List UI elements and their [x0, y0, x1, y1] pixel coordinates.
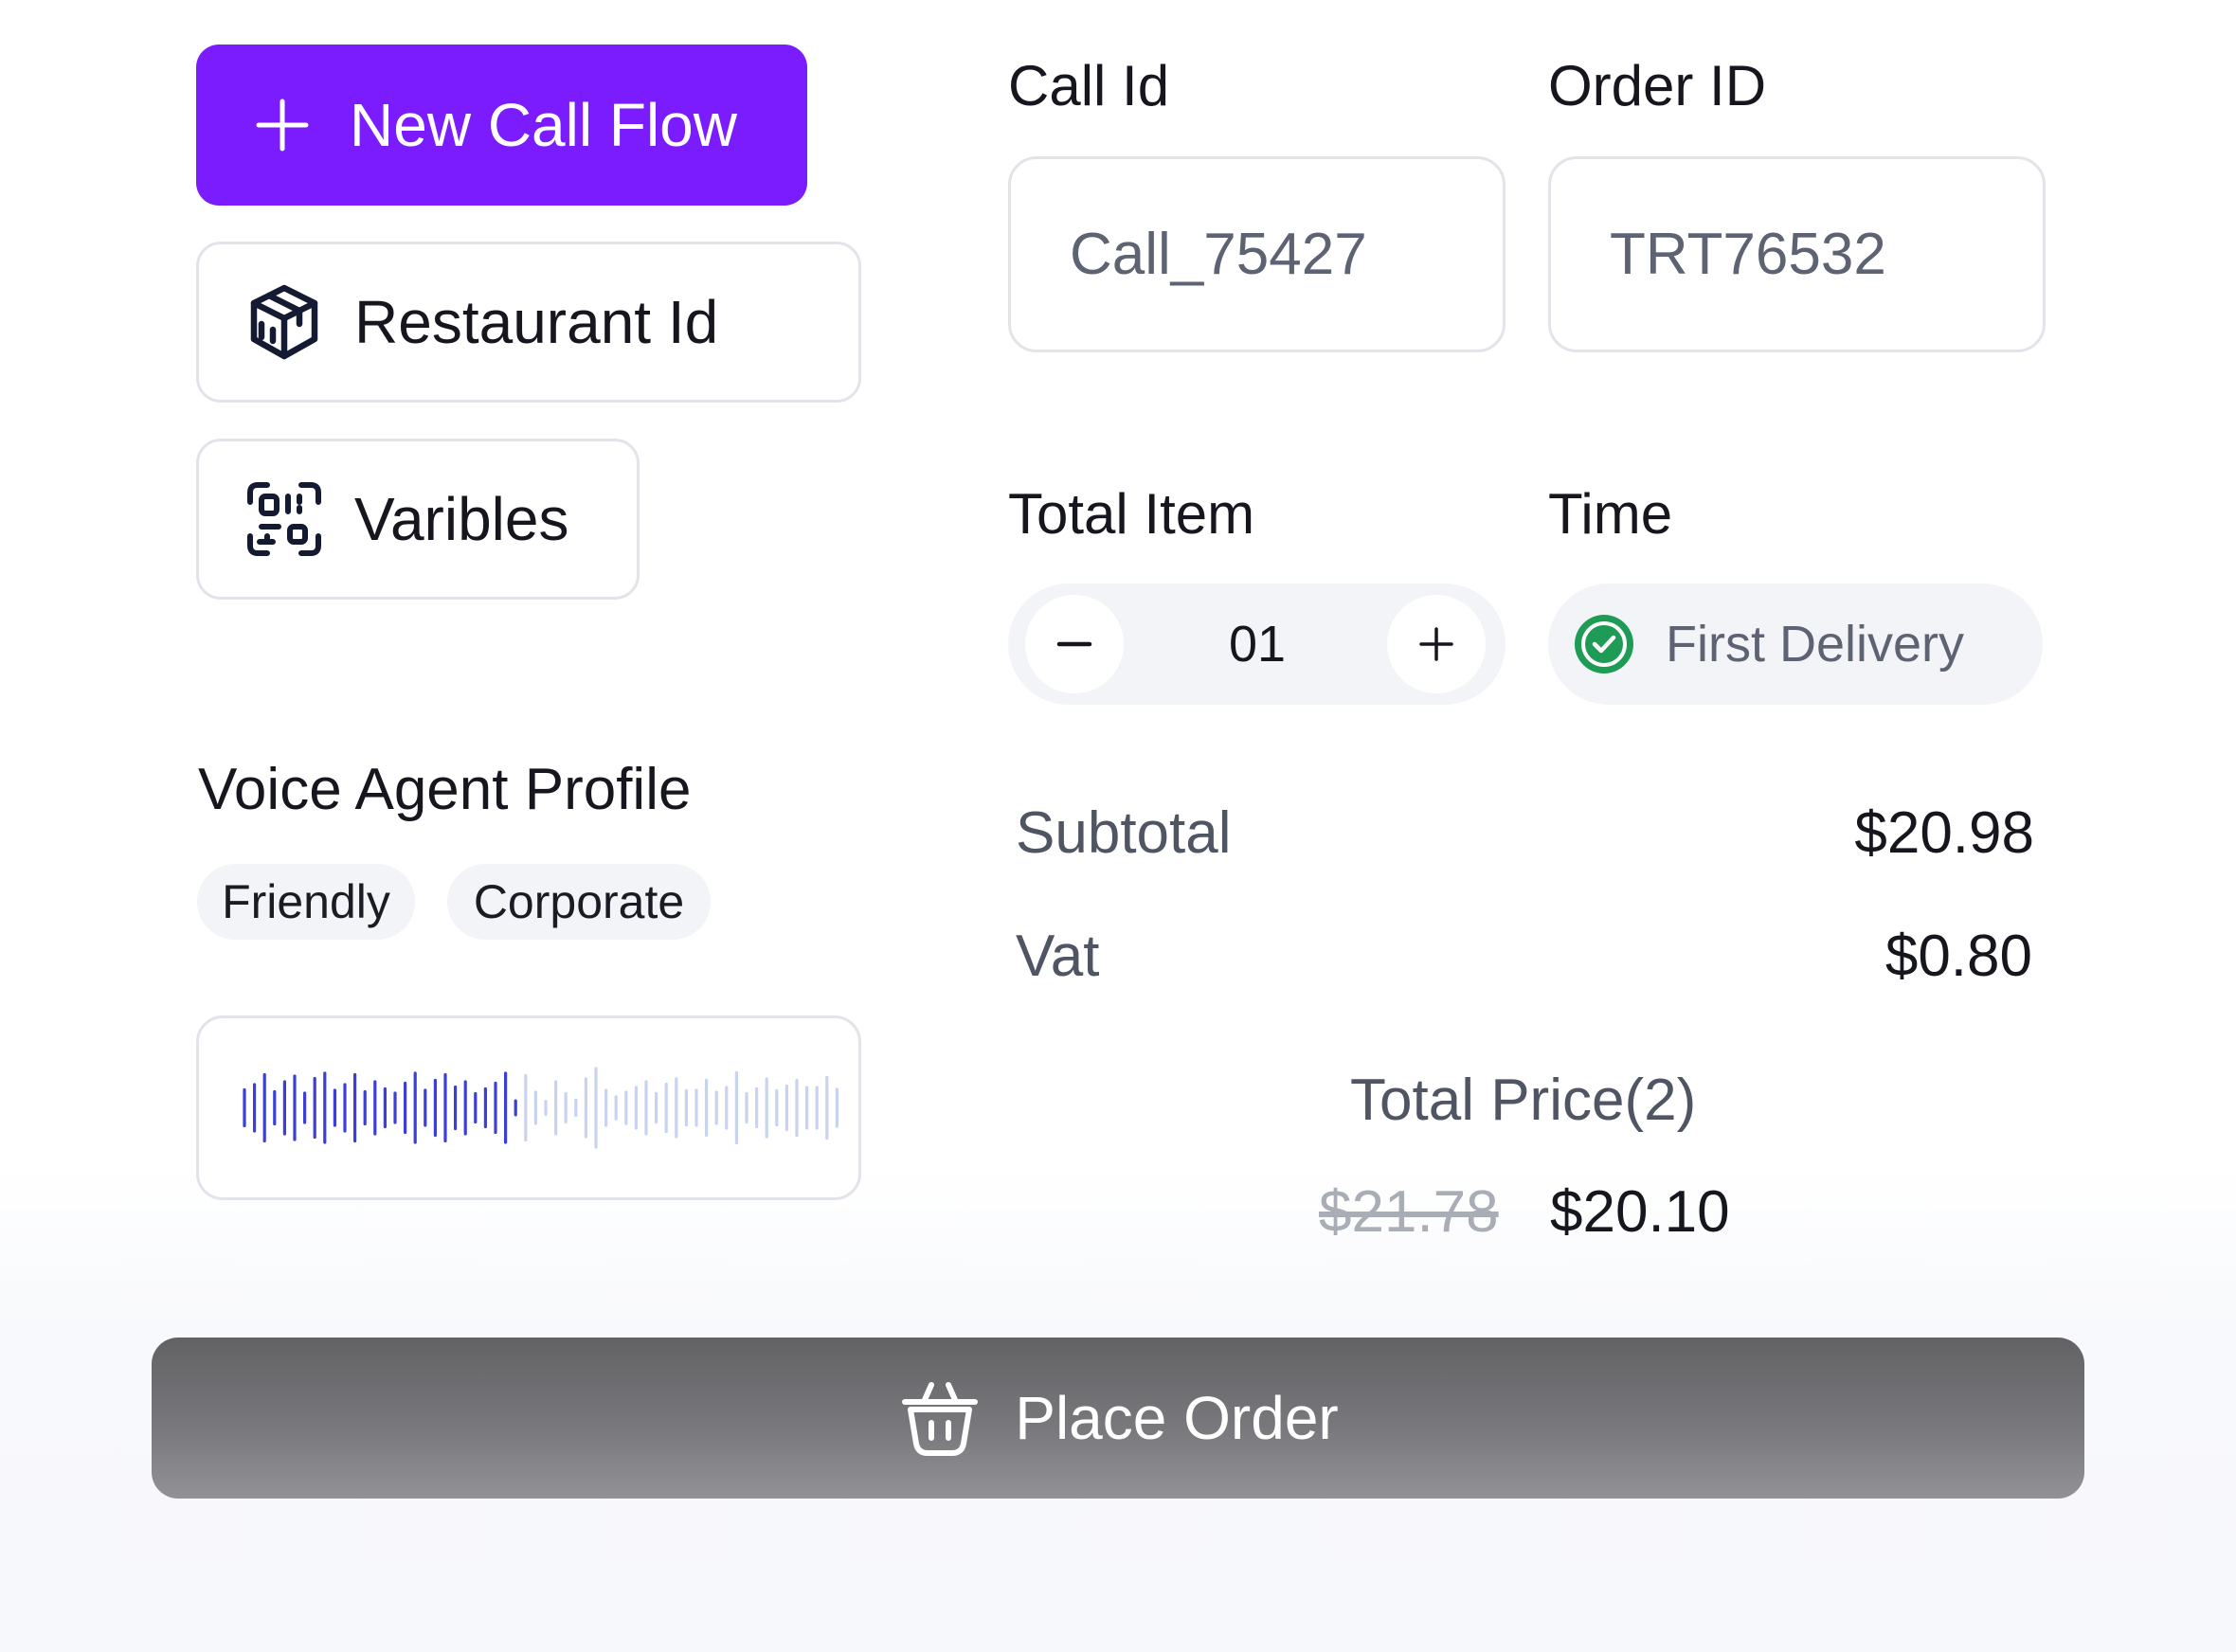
- total-item-stepper: 01: [1008, 584, 1506, 705]
- restaurant-id-button[interactable]: Restaurant Id: [196, 242, 861, 403]
- subtotal-value: $20.98: [1854, 800, 2034, 866]
- total-item-label: Total Item: [1008, 482, 1255, 546]
- call-id-field[interactable]: [1008, 156, 1506, 352]
- order-id-field[interactable]: [1548, 156, 2046, 352]
- vat-value: $0.80: [1884, 924, 2032, 989]
- decrement-button[interactable]: [1025, 595, 1124, 693]
- time-value: First Delivery: [1666, 616, 1965, 673]
- voice-agent-profile-title: Voice Agent Profile: [198, 757, 692, 822]
- time-selector[interactable]: First Delivery: [1548, 584, 2043, 705]
- profile-chip-friendly[interactable]: Friendly: [197, 864, 415, 940]
- box-icon: [250, 284, 318, 360]
- minus-icon: [1056, 641, 1092, 647]
- waveform-graphic: [243, 1067, 839, 1149]
- time-label: Time: [1548, 482, 1673, 546]
- plus-icon: [256, 99, 309, 152]
- call-id-label: Call Id: [1008, 54, 1170, 117]
- discounted-price: $20.10: [1550, 1179, 1730, 1245]
- profile-chip-corporate[interactable]: Corporate: [447, 864, 711, 940]
- total-item-value: 01: [1228, 616, 1287, 673]
- place-order-button[interactable]: Place Order: [152, 1338, 2084, 1499]
- increment-button[interactable]: [1387, 595, 1486, 693]
- check-circle-icon: [1575, 615, 1633, 673]
- qr-scan-icon: [247, 482, 321, 556]
- original-price: $21.78: [1319, 1179, 1499, 1245]
- plus-icon: [1419, 627, 1453, 661]
- place-order-label: Place Order: [1015, 1384, 1339, 1452]
- voice-waveform[interactable]: [196, 1015, 861, 1200]
- total-price-label: Total Price(2): [1350, 1068, 1697, 1133]
- new-call-flow-label: New Call Flow: [350, 91, 737, 159]
- vat-label: Vat: [1016, 924, 1100, 989]
- order-id-label: Order ID: [1548, 54, 1767, 117]
- variables-label: Varibles: [354, 485, 569, 553]
- restaurant-id-label: Restaurant Id: [354, 288, 719, 356]
- basket-icon: [902, 1382, 979, 1456]
- new-call-flow-button[interactable]: New Call Flow: [196, 45, 807, 206]
- variables-button[interactable]: Varibles: [196, 439, 640, 600]
- subtotal-label: Subtotal: [1016, 800, 1232, 866]
